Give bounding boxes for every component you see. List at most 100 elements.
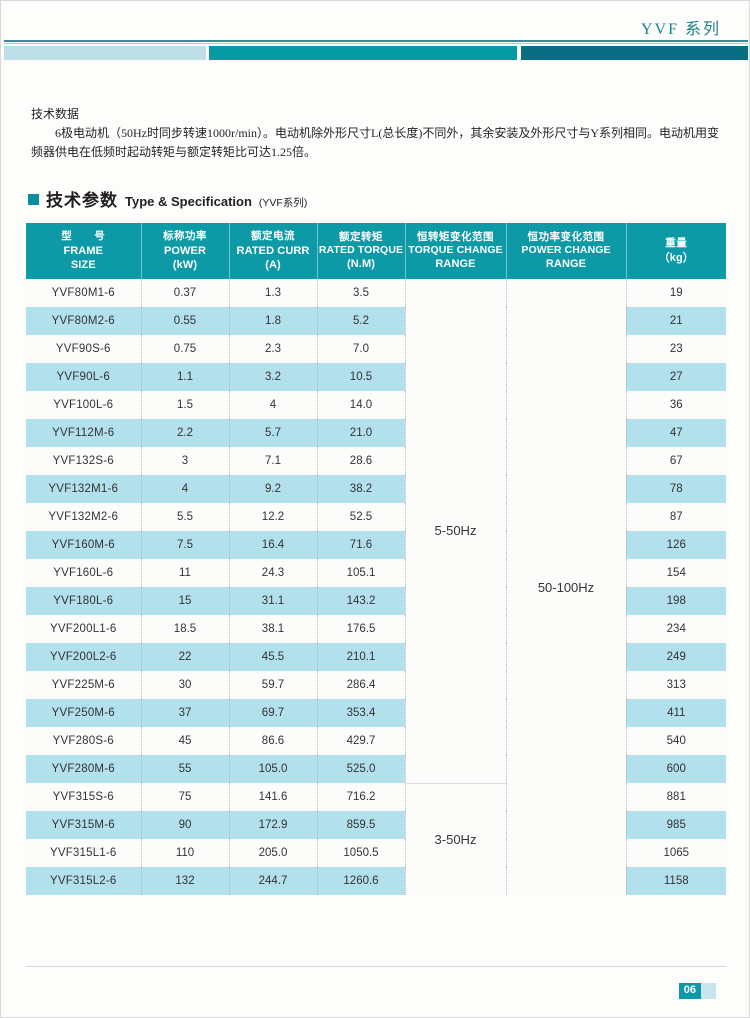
intro-text-block: 技术数据 6极电动机（50Hz时同步转速1000r/min）。电动机除外形尺寸L… (31, 105, 723, 162)
intro-title: 技术数据 (31, 107, 80, 121)
cell-frame: YVF80M2-6 (26, 307, 142, 335)
cell-current: 24.3 (229, 559, 318, 587)
col-header-en1: RATED TORQUE (318, 243, 404, 256)
table-header-row: 型 号 FRAME SIZE 标称功率 POWER (kW) 额定电流 RATED CURR(… (26, 223, 726, 279)
cell-torque: 859.5 (317, 811, 406, 839)
cell-current: 5.7 (229, 419, 318, 447)
cell-frame: YVF80M1-6 (26, 279, 142, 307)
header-bar-light (4, 46, 206, 60)
cell-current: 1.8 (229, 307, 318, 335)
header-bar-mid (209, 46, 517, 60)
col-header-en2: (kW) (172, 258, 198, 271)
cell-power: 15 (141, 587, 230, 615)
col-header-en1: RATED CURR (236, 244, 310, 257)
cell-frame: YVF132M2-6 (26, 503, 142, 531)
specification-table: 型 号 FRAME SIZE 标称功率 POWER (kW) 额定电流 RATED CURR(… (26, 223, 726, 895)
cell-power: 132 (141, 867, 230, 895)
cell-weight: 126 (626, 531, 726, 559)
table-header: 型 号 FRAME SIZE 标称功率 POWER (kW) 额定电流 RATED CURR(… (26, 223, 726, 279)
cell-power: 18.5 (141, 615, 230, 643)
table-row: YVF80M1-6 0.37 1.3 3.5 5-50Hz 50-100Hz 19 (26, 279, 726, 895)
cell-current: 12.2 (229, 503, 318, 531)
cell-current: 45.5 (229, 643, 318, 671)
cell-power: 30 (141, 671, 230, 699)
cell-torque-change-range: 5-50Hz (405, 279, 507, 784)
cell-weight: 87 (626, 503, 726, 531)
page-header: YVF 系列 (1, 1, 750, 63)
cell-frame: YVF180L-6 (26, 587, 142, 615)
header-bar-dark (521, 46, 748, 60)
cell-power: 0.75 (141, 335, 230, 363)
cell-power: 110 (141, 839, 230, 867)
square-bullet-icon (28, 194, 39, 205)
cell-frame: YVF160L-6 (26, 559, 142, 587)
cell-current: 172.9 (229, 811, 318, 839)
col-header-cn: 恒功率变化范围 (527, 231, 605, 243)
cell-frame: YVF315L2-6 (26, 867, 142, 895)
page-number-badge: 06 (678, 983, 716, 999)
cell-frame: YVF280M-6 (26, 755, 142, 783)
cell-frame: YVF200L2-6 (26, 643, 142, 671)
col-header-en2: SIZE (70, 258, 96, 271)
cell-current: 141.6 (229, 783, 318, 811)
cell-weight: 881 (626, 783, 726, 811)
cell-current: 244.7 (229, 867, 318, 895)
cell-torque: 716.2 (317, 783, 406, 811)
cell-torque: 7.0 (317, 335, 406, 363)
cell-power: 1.5 (141, 391, 230, 419)
col-header-cn: 恒转矩变化范围 (417, 231, 494, 243)
cell-power: 22 (141, 643, 230, 671)
cell-current: 38.1 (229, 615, 318, 643)
header-rule-primary (4, 40, 748, 42)
cell-power: 11 (141, 559, 230, 587)
col-header-en2: (N.M) (347, 258, 375, 271)
cell-weight: 23 (626, 335, 726, 363)
cell-torque: 105.1 (317, 559, 406, 587)
table-col-header-0: 型 号 FRAME SIZE (26, 223, 142, 279)
intro-body: 6极电动机（50Hz时同步转速1000r/min）。电动机除外形尺寸L(总长度)… (31, 126, 719, 159)
table-col-header-2: 额定电流 RATED CURR (A) (229, 223, 318, 279)
cell-weight: 27 (626, 363, 726, 391)
cell-frame: YVF200L1-6 (26, 615, 142, 643)
cell-current: 2.3 (229, 335, 318, 363)
col-header-cn: 额定转矩 (339, 231, 383, 243)
cell-power: 7.5 (141, 531, 230, 559)
cell-weight: 1065 (626, 839, 726, 867)
section-heading-en: Type & Specification (125, 194, 252, 209)
cell-power: 0.37 (141, 279, 230, 307)
cell-weight: 313 (626, 671, 726, 699)
cell-current: 86.6 (229, 727, 318, 755)
cell-frame: YVF315M-6 (26, 811, 142, 839)
cell-power: 55 (141, 755, 230, 783)
cell-torque: 286.4 (317, 671, 406, 699)
cell-weight: 78 (626, 475, 726, 503)
cell-current: 9.2 (229, 475, 318, 503)
footer-divider (26, 966, 726, 967)
table-col-header-6: 重量 （kg） (626, 223, 726, 279)
cell-frame: YVF225M-6 (26, 671, 142, 699)
cell-current: 7.1 (229, 447, 318, 475)
cell-frame: YVF315S-6 (26, 783, 142, 811)
col-header-cn: 重量 (665, 238, 688, 250)
cell-power: 1.1 (141, 363, 230, 391)
cell-torque: 28.6 (317, 447, 406, 475)
cell-power-change-range: 50-100Hz (506, 279, 627, 895)
cell-torque: 38.2 (317, 475, 406, 503)
cell-frame: YVF112M-6 (26, 419, 142, 447)
cell-power: 37 (141, 699, 230, 727)
cell-torque: 5.2 (317, 307, 406, 335)
cell-torque: 1260.6 (317, 867, 406, 895)
cell-frame: YVF132M1-6 (26, 475, 142, 503)
cell-weight: 600 (626, 755, 726, 783)
col-header-en2: (A) (265, 258, 281, 271)
table-col-header-4: 恒转矩变化范围 TORQUE CHANGE RANGE (405, 223, 507, 279)
cell-torque: 71.6 (317, 531, 406, 559)
cell-power: 2.2 (141, 419, 230, 447)
cell-current: 105.0 (229, 755, 318, 783)
cell-weight: 67 (626, 447, 726, 475)
cell-frame: YVF250M-6 (26, 699, 142, 727)
col-header-cn: 型 号 (61, 231, 106, 243)
cell-frame: YVF315L1-6 (26, 839, 142, 867)
cell-current: 1.3 (229, 279, 318, 307)
cell-torque-change-range: 3-50Hz (405, 783, 507, 895)
